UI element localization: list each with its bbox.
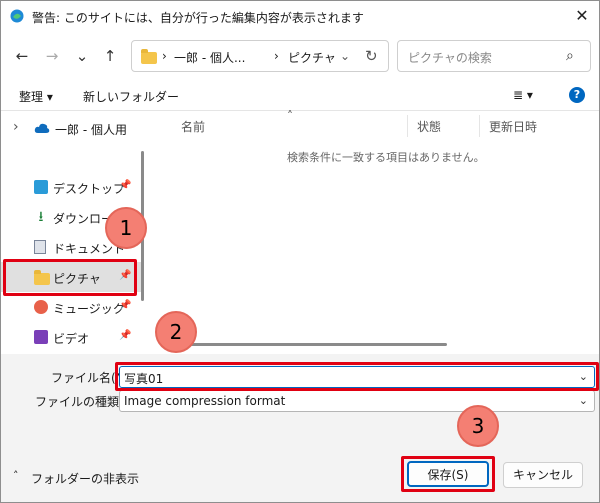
music-icon: [34, 300, 48, 314]
step-badge-3: 3: [457, 405, 499, 447]
column-divider[interactable]: [479, 115, 480, 137]
cancel-button[interactable]: キャンセル: [503, 462, 583, 488]
video-icon: [34, 330, 48, 344]
sidebar-item-label: デスクトップ: [53, 182, 126, 196]
highlight-save: [401, 456, 495, 492]
document-icon: [34, 240, 46, 254]
help-icon[interactable]: ?: [569, 87, 585, 103]
address-bar[interactable]: › 一郎 - 個人... › ピクチャ ⌄ ↻: [131, 40, 389, 72]
desktop-icon: [34, 180, 48, 194]
organize-menu[interactable]: 整理 ▾: [19, 88, 53, 105]
pin-icon: 📌: [119, 300, 132, 311]
folder-icon: [141, 49, 157, 64]
hide-folders-toggle[interactable]: フォルダーの非表示: [31, 470, 139, 487]
step-badge-2: 2: [155, 311, 197, 353]
sidebar-item-desktop[interactable]: デスクトップ 📌: [1, 172, 141, 202]
sort-ascending-icon: ˄: [287, 109, 293, 123]
command-bar: 整理 ▾ 新しいフォルダー ≣ ▾ ?: [1, 79, 599, 111]
up-arrow-icon[interactable]: ↑: [99, 45, 121, 67]
recent-dropdown-icon[interactable]: ⌄: [71, 45, 93, 67]
filetype-select[interactable]: Image compression format ⌄: [119, 390, 595, 412]
new-folder-button[interactable]: 新しいフォルダー: [83, 88, 179, 105]
chevron-down-icon[interactable]: ⌄: [579, 394, 588, 407]
chevron-down-icon[interactable]: ⌄: [340, 49, 350, 63]
highlight-filename: [115, 362, 599, 391]
chevron-up-icon[interactable]: ˄: [13, 469, 19, 482]
edge-app-icon: [10, 9, 24, 23]
column-divider[interactable]: [407, 115, 408, 137]
pin-icon: 📌: [119, 330, 132, 341]
highlight-pictures: [3, 259, 137, 296]
cloud-icon: [34, 123, 50, 133]
expand-arrow-icon[interactable]: ›: [13, 119, 19, 135]
breadcrumb-separator: ›: [274, 49, 279, 63]
refresh-icon[interactable]: ↻: [365, 47, 378, 65]
search-placeholder: ピクチャの検索: [408, 51, 492, 65]
pin-icon: 📌: [119, 180, 132, 191]
breadcrumb-separator: ›: [162, 49, 167, 63]
download-icon: ⭳: [38, 209, 44, 225]
file-list: 名前 ˄ 状態 更新日時 検索条件に一致する項目はありません。: [149, 109, 599, 354]
breadcrumb-pictures[interactable]: ピクチャ: [288, 49, 336, 66]
sidebar-item-label: ビデオ: [53, 332, 90, 346]
column-header-status[interactable]: 状態: [417, 118, 441, 135]
column-header-modified[interactable]: 更新日時: [489, 118, 537, 135]
empty-list-message: 検索条件に一致する項目はありません。: [287, 151, 485, 164]
save-dialog: 警告: このサイトには、自分が行った編集内容が表示されます ✕ ← → ⌄ ↑ …: [0, 0, 600, 503]
filetype-value: Image compression format: [124, 394, 286, 408]
navigation-bar: ← → ⌄ ↑ › 一郎 - 個人... › ピクチャ ⌄ ↻ ピクチャの検索 …: [1, 31, 599, 79]
back-arrow-icon[interactable]: ←: [11, 45, 33, 67]
forward-arrow-icon[interactable]: →: [41, 45, 63, 67]
sidebar-item-music[interactable]: ミュージック 📌: [1, 292, 141, 322]
sidebar-item-label: ミュージック: [53, 302, 125, 316]
step-badge-1: 1: [105, 207, 147, 249]
title-bar: 警告: このサイトには、自分が行った編集内容が表示されます ✕: [1, 1, 599, 31]
close-icon[interactable]: ✕: [567, 3, 597, 29]
search-input[interactable]: ピクチャの検索 ⌕: [397, 40, 591, 72]
dialog-title: 警告: このサイトには、自分が行った編集内容が表示されます: [32, 11, 364, 25]
list-scrollbar[interactable]: [161, 343, 447, 346]
breadcrumb-onedrive[interactable]: 一郎 - 個人...: [174, 49, 245, 66]
search-icon[interactable]: ⌕: [566, 48, 574, 64]
sidebar-item-videos[interactable]: ビデオ 📌: [1, 322, 141, 352]
sidebar-item-label: 一郎 - 個人用: [55, 123, 127, 137]
view-menu[interactable]: ≣ ▾: [513, 88, 533, 102]
sidebar-item-onedrive[interactable]: › 一郎 - 個人用: [1, 113, 141, 143]
column-header-name[interactable]: 名前: [181, 118, 205, 135]
